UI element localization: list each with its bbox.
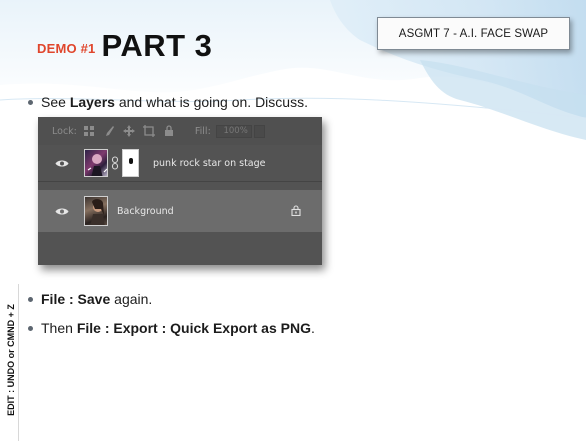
layer-row-background[interactable]: Background [38, 190, 322, 232]
side-label: EDIT : UNDO or CMND + Z [5, 304, 16, 416]
fill-input[interactable]: 100% [215, 124, 252, 138]
brush-icon[interactable] [103, 125, 115, 137]
layer-name[interactable]: punk rock star on stage [153, 158, 266, 169]
chain-link-icon[interactable] [111, 156, 119, 170]
layers-panel: Lock: Fill: 100% punk rock star on stage… [38, 117, 322, 265]
lock-label: Lock: [52, 125, 77, 137]
lock-icon[interactable] [163, 125, 175, 137]
demo-label: DEMO #1 [37, 41, 96, 56]
transparency-lock-icon[interactable] [83, 125, 95, 137]
layer-mask-thumbnail[interactable] [122, 149, 139, 177]
slide: DEMO #1 PART 3 ASGMT 7 - A.I. FACE SWAP … [0, 0, 586, 441]
bullet-export: Then File : Export : Quick Export as PNG… [28, 320, 315, 336]
bullet-dot [28, 296, 33, 302]
eye-icon[interactable] [52, 204, 72, 218]
bullet-text-pre: See [41, 94, 70, 110]
assignment-badge: ASGMT 7 - A.I. FACE SWAP [377, 17, 570, 50]
lock-icon [291, 205, 301, 216]
slide-title: DEMO #1 PART 3 [37, 22, 212, 62]
bullet-text-bold: File : Export : Quick Export as PNG [76, 320, 311, 336]
layer-thumbnail [84, 196, 108, 226]
layer-thumbnail [84, 149, 108, 177]
bullet-save: File : Save again. [28, 291, 152, 307]
bullet-dot [28, 99, 33, 105]
fill-label: Fill: [194, 125, 211, 137]
bullet-layers: See Layers and what is going on. Discuss… [28, 94, 308, 110]
artboard-icon[interactable] [142, 125, 155, 137]
part-title: PART 3 [101, 28, 213, 63]
bullet-text-post: . [310, 320, 315, 336]
bullet-text-bold: Layers [69, 94, 115, 110]
bullet-text-pre: Then [41, 320, 77, 336]
bullet-text-post: again. [110, 291, 153, 307]
fill-dropdown-button[interactable] [253, 124, 265, 138]
bullet-dot [28, 325, 33, 331]
layer-row-punk[interactable]: punk rock star on stage [38, 145, 322, 182]
layer-name[interactable]: Background [117, 206, 174, 217]
layers-lock-row: Lock: Fill: 100% [38, 117, 322, 145]
mask-shape [129, 158, 133, 164]
move-icon[interactable] [122, 125, 135, 137]
bullet-text-bold: File : Save [41, 291, 111, 307]
eye-icon[interactable] [52, 156, 72, 170]
bullet-text-post: and what is going on. Discuss. [114, 94, 308, 110]
